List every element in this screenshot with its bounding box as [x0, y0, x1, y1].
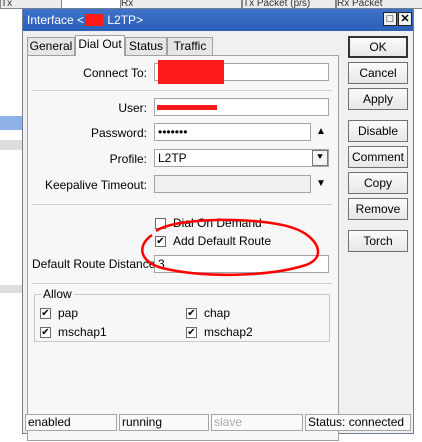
dial-on-demand-checkbox[interactable] — [155, 218, 166, 229]
route-distance-label: Default Route Distance: — [32, 257, 159, 271]
mschap2-label: mschap2 — [204, 325, 253, 339]
remove-button[interactable]: Remove — [348, 198, 408, 220]
profile-select[interactable]: L2TP — [154, 149, 329, 167]
mschap1-checkbox[interactable]: ✔ — [40, 327, 51, 338]
disable-button[interactable]: Disable — [348, 120, 408, 142]
tab-general[interactable]: General — [27, 37, 75, 55]
add-default-route-label: Add Default Route — [173, 234, 272, 248]
bg-selected-row — [0, 116, 22, 130]
mschap2-checkbox[interactable]: ✔ — [186, 327, 197, 338]
pap-label: pap — [58, 306, 79, 320]
dropdown-icon[interactable]: ⯆ — [312, 150, 328, 166]
maximize-icon[interactable]: □ — [383, 12, 397, 26]
tab-status[interactable]: Status — [125, 37, 167, 55]
chevron-up-icon[interactable]: ▲ — [313, 124, 329, 140]
status-slave: slave — [211, 414, 303, 431]
title-redaction — [85, 14, 103, 26]
connect-to-redaction — [158, 60, 224, 84]
status-running: running — [119, 414, 209, 431]
add-default-route-checkbox[interactable]: ✔ — [155, 236, 166, 247]
status-connection: Status: connected — [305, 414, 411, 431]
dial-out-panel: Connect To: User: Password: ••••••• ▲ Pr… — [27, 55, 339, 441]
chap-checkbox[interactable]: ✔ — [186, 308, 197, 319]
bg-row — [0, 285, 22, 293]
chap-label: chap — [204, 306, 231, 320]
keepalive-label: Keepalive Timeout: — [44, 178, 147, 192]
pap-checkbox[interactable]: ✔ — [40, 308, 51, 319]
separator — [32, 90, 332, 91]
copy-button[interactable]: Copy — [348, 172, 408, 194]
connect-to-label: Connect To: — [83, 66, 147, 80]
interface-dialog: Interface < L2TP> □ ✕ General Dial Out S… — [22, 8, 414, 441]
user-label: User: — [118, 101, 147, 115]
cancel-button[interactable]: Cancel — [348, 62, 408, 84]
title-bar[interactable]: Interface < L2TP> □ ✕ — [23, 9, 413, 31]
password-field[interactable]: ••••••• — [154, 123, 311, 141]
tab-traffic[interactable]: Traffic — [167, 37, 213, 55]
user-redaction — [157, 105, 217, 110]
close-icon[interactable]: ✕ — [398, 12, 412, 26]
ok-button[interactable]: OK — [348, 36, 408, 58]
tab-dial-out[interactable]: Dial Out — [75, 35, 125, 56]
comment-button[interactable]: Comment — [348, 146, 408, 168]
separator — [32, 204, 332, 205]
mschap1-label: mschap1 — [58, 325, 107, 339]
dial-on-demand-label: Dial On Demand — [173, 216, 262, 230]
allow-group-title: Allow — [41, 287, 74, 301]
separator — [32, 283, 332, 284]
profile-label: Profile: — [109, 152, 147, 166]
keepalive-field[interactable] — [154, 175, 311, 193]
status-enabled: enabled — [25, 414, 117, 431]
route-distance-field[interactable]: 3 — [154, 255, 329, 273]
torch-button[interactable]: Torch — [348, 230, 408, 252]
chevron-down-icon[interactable]: ▼ — [313, 176, 329, 192]
bg-row — [0, 140, 22, 150]
apply-button[interactable]: Apply — [348, 88, 408, 110]
password-label: Password: — [90, 126, 147, 140]
